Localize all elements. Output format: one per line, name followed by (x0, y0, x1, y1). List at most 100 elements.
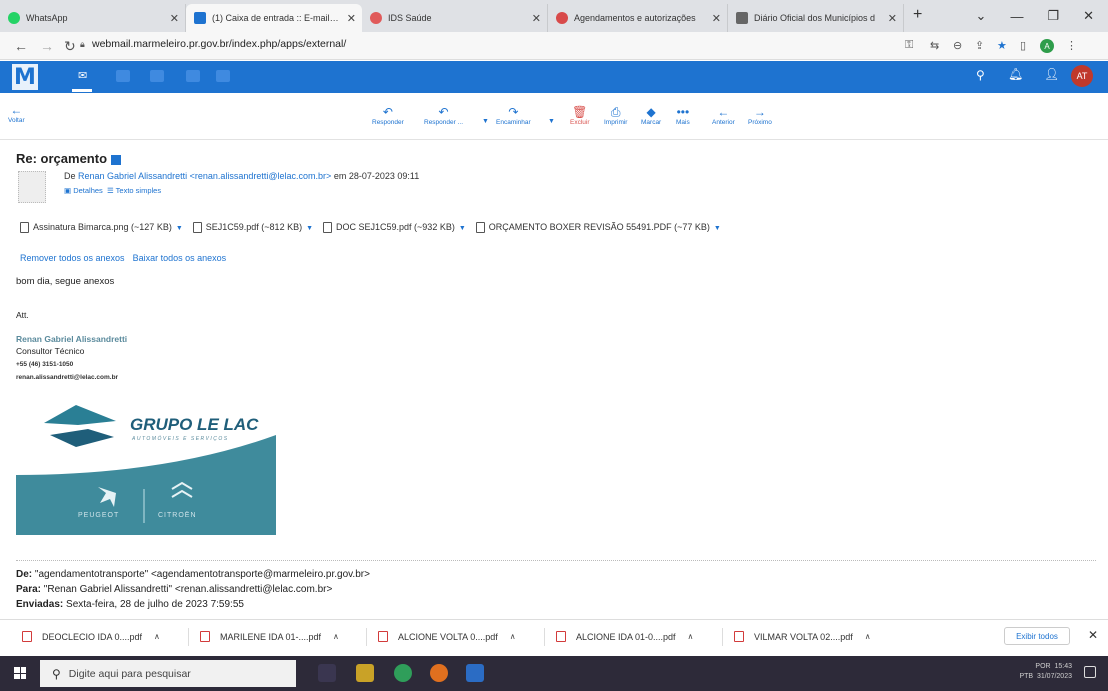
url-field[interactable]: webmail.marmeleiro.pr.gov.br/index.php/a… (92, 38, 346, 50)
attachment-item[interactable]: Assinatura Bimarca.png (~127 KB) ▼ (20, 222, 183, 234)
download-item[interactable]: MARILENE IDA 01-....pdf ∧ (200, 631, 339, 642)
more-button[interactable]: ••• Mais (676, 105, 690, 127)
remove-all-attachments-link[interactable]: Remover todos os anexos (20, 253, 125, 263)
download-item[interactable]: DEOCLECIO IDA 0....pdf ∧ (22, 631, 160, 642)
pdf-file-icon (475, 222, 485, 234)
close-tab-icon[interactable]: ✕ (347, 12, 356, 25)
contacts-menu-icon[interactable]: 👤︎ (1044, 67, 1059, 81)
open-in-window-icon[interactable] (111, 154, 122, 165)
tab-agendamentos[interactable]: Agendamentos e autorizações ✕ (548, 4, 728, 32)
forward-options-caret[interactable]: ▼ (548, 118, 555, 125)
tab-whatsapp[interactable]: WhatsApp ✕ (0, 4, 186, 32)
task-view-icon[interactable] (318, 664, 336, 682)
sidepanel-icon[interactable]: ▯ (1020, 39, 1026, 52)
chevron-up-icon[interactable]: ∧ (865, 632, 871, 641)
ids-icon (370, 12, 382, 24)
file-explorer-icon[interactable] (356, 664, 374, 682)
plain-text-link[interactable]: Texto simples (116, 186, 161, 195)
forward-arrow-icon[interactable]: → (40, 38, 54, 54)
previous-button[interactable]: ← Anterior (712, 105, 735, 127)
separator (188, 628, 189, 646)
tab-diario-oficial[interactable]: Diário Oficial dos Municípios d ✕ (728, 4, 904, 32)
new-tab-button[interactable]: + (913, 6, 922, 24)
back-arrow-icon: ← (10, 103, 23, 117)
delete-button[interactable]: 🗑︎ Excluir (570, 106, 590, 127)
pdf-icon (22, 631, 32, 642)
chevron-up-icon[interactable]: ∧ (333, 632, 339, 641)
chevron-down-icon[interactable]: ▼ (306, 225, 313, 232)
app-logo[interactable]: M (12, 64, 38, 90)
close-window-button[interactable]: ✕ (1083, 8, 1094, 24)
windows-start-icon[interactable] (14, 667, 26, 679)
chevron-down-icon[interactable]: ▼ (176, 225, 183, 232)
quoted-sent: Enviadas: Sexta-feira, 28 de julho de 20… (16, 599, 244, 610)
email-closing: Att. (16, 310, 29, 320)
tab-ids-saude[interactable]: IDS Saúde ✕ (362, 4, 548, 32)
message-meta-links: ▣ Detalhes ☰ Texto simples (64, 186, 161, 195)
attachment-actions: Remover todos os anexos Baixar todos os … (20, 253, 226, 263)
print-button[interactable]: ⎙ Imprimir (604, 106, 627, 127)
maximize-button[interactable]: ❐ (1047, 8, 1059, 24)
attachment-item[interactable]: DOC SEJ1C59.pdf (~932 KB) ▼ (323, 222, 466, 234)
key-icon[interactable]: ⚿ (905, 39, 913, 52)
download-item[interactable]: ALCIONE VOLTA 0....pdf ∧ (378, 631, 516, 642)
browser-menu-icon[interactable]: ⋮ (1066, 39, 1077, 52)
close-downloads-icon[interactable]: ✕ (1088, 628, 1098, 642)
system-tray[interactable]: POR 15:43 PTB 31/07/2023 (1019, 662, 1072, 682)
previous-arrow-icon: ← (717, 105, 730, 119)
close-tab-icon[interactable]: ✕ (170, 12, 179, 25)
browser-tab-strip: WhatsApp ✕ (1) Caixa de entrada :: E-mai… (0, 0, 1108, 32)
show-all-downloads-button[interactable]: Exibir todos (1004, 627, 1070, 645)
mail-icon[interactable]: ✉ (78, 69, 87, 82)
search-icon[interactable]: ⚲ (976, 68, 985, 82)
download-item[interactable]: ALCIONE IDA 01-0....pdf ∧ (556, 631, 693, 642)
chevron-up-icon[interactable]: ∧ (510, 632, 516, 641)
close-tab-icon[interactable]: ✕ (888, 12, 897, 25)
mark-button[interactable]: ◆ Marcar (641, 106, 661, 127)
chevron-down-icon[interactable]: ▼ (459, 225, 466, 232)
tasks-icon[interactable] (216, 70, 230, 82)
attachment-item[interactable]: SEJ1C59.pdf (~812 KB) ▼ (192, 222, 313, 234)
mail-toolbar: ← Voltar ↶ Responder ↶ Responder ... ▼ ↷… (0, 94, 1108, 140)
word-icon[interactable] (466, 664, 484, 682)
webmail-tab-icon (194, 12, 206, 24)
attachment-item[interactable]: ORÇAMENTO BOXER REVISÃO 55491.PDF (~77 K… (475, 222, 721, 234)
firefox-icon[interactable] (430, 664, 448, 682)
close-tab-icon[interactable]: ✕ (532, 12, 541, 25)
user-avatar[interactable]: AT (1071, 65, 1093, 87)
reply-button[interactable]: ↶ Responder (372, 106, 404, 127)
taskbar-search-box[interactable]: ⚲ Digite aqui para pesquisar (40, 660, 296, 687)
more-dots-icon: ••• (676, 105, 690, 119)
reload-icon[interactable]: ↻ (64, 38, 76, 55)
chevron-down-icon[interactable]: ▼ (714, 225, 721, 232)
reply-all-button[interactable]: ↶ Responder ... (424, 105, 463, 127)
calendar-icon[interactable] (150, 70, 164, 82)
sender-link[interactable]: Renan Gabriel Alissandretti <renan.aliss… (78, 171, 331, 181)
minimize-button[interactable]: — (1010, 9, 1023, 24)
reply-all-icon: ↶ (438, 105, 449, 119)
download-all-attachments-link[interactable]: Baixar todos os anexos (133, 253, 227, 263)
notifications-icon[interactable]: 🔔︎ (1008, 67, 1023, 81)
tab-inbox[interactable]: (1) Caixa de entrada :: E-mail - n ✕ (186, 4, 362, 32)
close-tab-icon[interactable]: ✕ (712, 12, 721, 25)
back-button[interactable]: ← Voltar (8, 103, 25, 125)
zoom-icon[interactable]: ⊖ (953, 39, 962, 52)
reply-options-caret[interactable]: ▼ (482, 118, 489, 125)
files-icon[interactable] (186, 70, 200, 82)
back-arrow-icon[interactable]: ← (14, 38, 28, 54)
share-icon[interactable]: ⇪ (975, 39, 984, 52)
peugeot-label: PEUGEOT (78, 512, 120, 519)
next-button[interactable]: → Próximo (748, 106, 772, 127)
chevron-up-icon[interactable]: ∧ (154, 632, 160, 641)
download-item[interactable]: VILMAR VOLTA 02....pdf ∧ (734, 631, 871, 642)
tab-search-icon[interactable]: ⌄ (976, 8, 987, 24)
bookmark-star-icon[interactable]: ★ (997, 39, 1007, 52)
profile-avatar[interactable]: A (1040, 39, 1054, 53)
contacts-icon[interactable] (116, 70, 130, 82)
translate-icon[interactable]: ⇆ (930, 39, 939, 52)
forward-button[interactable]: ↷ Encaminhar (496, 106, 531, 127)
chrome-icon[interactable] (394, 664, 412, 682)
chevron-up-icon[interactable]: ∧ (688, 632, 694, 641)
details-link[interactable]: Detalhes (73, 186, 103, 195)
action-center-icon[interactable] (1084, 666, 1096, 678)
